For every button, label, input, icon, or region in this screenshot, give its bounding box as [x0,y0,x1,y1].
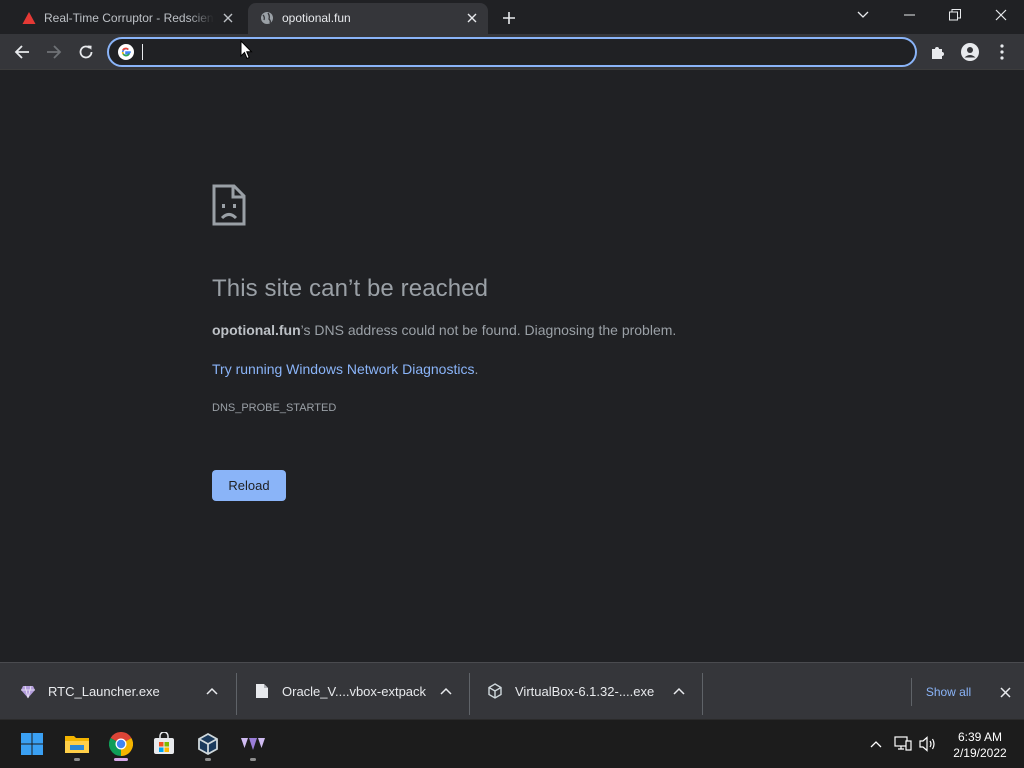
download-shelf: RTC_Launcher.exe Oracle_V....vbox-extpac… [0,662,1024,719]
clock-date: 2/19/2022 [953,746,1007,760]
start-icon[interactable] [14,726,50,762]
tab-opotional-fun[interactable]: opotional.fun [248,3,488,34]
network-diagnostics-link[interactable]: Try running Windows Network Diagnostics. [212,360,478,378]
microsoft-store-icon[interactable] [146,726,182,762]
red-triangle-icon [22,11,36,25]
close-shelf-icon[interactable] [995,683,1015,701]
tab-title: Real-Time Corruptor - Redscientist [44,11,214,25]
profile-icon[interactable] [958,40,982,64]
page-content: This site can’t be reached opotional.fun… [0,71,1024,662]
running-indicator [250,758,256,761]
divider [469,673,470,715]
virtualbox-icon[interactable] [190,726,226,762]
rtc-icon[interactable] [235,726,271,762]
download-item[interactable]: RTC_Launcher.exe [20,671,236,715]
chevron-up-icon[interactable] [866,734,886,754]
running-indicator [205,758,211,761]
tab-close-icon[interactable] [220,10,236,26]
address-input[interactable] [143,42,903,62]
google-icon [118,44,134,60]
divider [236,673,237,715]
chevron-up-icon[interactable] [438,683,454,699]
clock-time: 6:39 AM [957,730,1003,744]
download-filename: VirtualBox-6.1.32-....exe [515,684,655,699]
error-description: opotional.fun’s DNS address could not be… [212,321,676,339]
tab-close-icon[interactable] [464,10,480,26]
close-window-icon[interactable] [978,2,1024,28]
download-item[interactable]: VirtualBox-6.1.32-....exe [487,671,701,715]
error-host: opotional.fun [212,322,301,338]
error-title: This site can’t be reached [212,275,489,302]
tab-title: opotional.fun [282,11,351,25]
chevron-up-icon[interactable] [204,683,220,699]
reload-button[interactable]: Reload [212,470,286,501]
volume-icon[interactable] [918,734,938,754]
running-indicator [114,758,128,761]
network-icon[interactable] [893,734,913,754]
tab-real-time-corruptor[interactable]: Real-Time Corruptor - Redscientist [10,3,244,34]
file-explorer-icon[interactable] [59,726,95,762]
chrome-icon[interactable] [103,726,139,762]
virtualbox-icon [487,683,503,699]
omnibox[interactable] [107,37,917,67]
restore-icon[interactable] [932,2,978,28]
tab-search-chevron-icon[interactable] [840,2,886,28]
minimize-icon[interactable] [886,2,932,28]
running-indicator [74,758,80,761]
download-filename: RTC_Launcher.exe [48,684,160,699]
sad-page-icon [212,184,246,226]
globe-icon [260,11,274,25]
download-filename: Oracle_V....vbox-extpack [282,684,427,699]
kebab-menu-icon[interactable] [990,40,1014,64]
divider [702,673,703,715]
windows-taskbar: 6:39 AM 2/19/2022 [0,719,1024,768]
forward-arrow-icon[interactable] [40,38,68,66]
extensions-puzzle-icon[interactable] [926,40,950,64]
tab-strip: Real-Time Corruptor - Redscientist opoti… [0,0,1024,34]
file-icon [254,683,270,699]
error-code: DNS_PROBE_STARTED [212,402,337,414]
new-tab-plus-icon[interactable] [498,7,520,29]
browser-toolbar [0,34,1024,70]
diagnostics-link-text[interactable]: Try running Windows Network Diagnostics [212,361,474,377]
download-item[interactable]: Oracle_V....vbox-extpack [254,671,468,715]
chevron-up-icon[interactable] [671,683,687,699]
back-arrow-icon[interactable] [8,38,36,66]
system-clock[interactable]: 6:39 AM 2/19/2022 [944,729,1016,761]
reload-icon[interactable] [72,38,100,66]
rtc-launcher-icon [20,683,36,699]
error-description-text: ’s DNS address could not be found. Diagn… [300,322,677,338]
diagnostics-period: . [474,361,479,377]
show-all-button[interactable]: Show all [911,678,985,706]
